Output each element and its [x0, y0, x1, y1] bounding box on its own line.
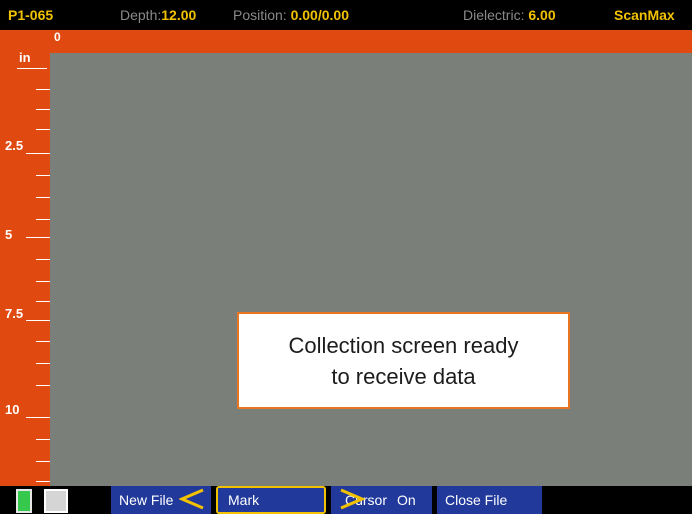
depth-tick — [36, 439, 50, 440]
brand-label: ScanMax — [614, 7, 675, 23]
depth-ruler: in 2.5 5 7.5 10 — [0, 30, 50, 486]
battery-icon — [16, 489, 32, 513]
right-arrow-icon — [340, 488, 365, 510]
scan-display-area[interactable] — [50, 53, 692, 486]
depth-tick — [36, 363, 50, 364]
cursor-toggle-button[interactable]: Cursor On — [331, 486, 432, 514]
depth-tick — [36, 109, 50, 110]
close-file-button[interactable]: Close File — [437, 486, 542, 514]
depth-tick-major — [26, 417, 50, 418]
depth-tick — [36, 259, 50, 260]
depth-unit-label: in — [19, 50, 31, 65]
mark-button[interactable]: Mark — [216, 486, 326, 514]
unit-underline — [17, 68, 47, 69]
depth-label-10: 10 — [5, 402, 20, 417]
annotation-callout: Collection screen ready to receive data — [237, 312, 570, 409]
depth-tick — [36, 129, 50, 130]
depth-label-7-5: 7.5 — [5, 306, 24, 321]
callout-line-2: to receive data — [331, 364, 476, 389]
depth-tick — [36, 481, 50, 482]
new-file-label: New File — [119, 492, 174, 508]
depth-tick — [36, 175, 50, 176]
depth-tick-major — [26, 153, 50, 154]
depth-tick-major — [26, 237, 50, 238]
position-label: Position: — [233, 7, 287, 23]
callout-line-1: Collection screen ready — [288, 333, 519, 358]
horizontal-ruler: 0 — [0, 30, 692, 53]
cursor-state: On — [397, 492, 416, 508]
depth-tick — [36, 385, 50, 386]
position-value: 0.00/0.00 — [290, 7, 349, 23]
horizontal-ruler-zero: 0 — [54, 30, 61, 44]
depth-label-5: 5 — [5, 227, 13, 242]
depth-value: 12.00 — [161, 7, 197, 23]
depth-tick-major — [26, 320, 50, 321]
depth-tick — [36, 197, 50, 198]
depth-tick — [36, 461, 50, 462]
battery-empty-icon — [44, 489, 68, 513]
depth-tick — [36, 219, 50, 220]
depth-tick — [36, 341, 50, 342]
file-id: P1-065 — [8, 7, 54, 23]
depth-label: Depth: — [120, 7, 162, 23]
left-arrow-icon — [179, 488, 204, 510]
status-bar: P1-065 Depth:12.00 Position: 0.00/0.00 D… — [0, 0, 692, 30]
position-readout: Position: 0.00/0.00 — [233, 0, 349, 30]
dielectric-value: 6.00 — [528, 7, 556, 23]
depth-readout: Depth:12.00 — [120, 0, 196, 30]
dielectric-readout: Dielectric: 6.00 — [463, 0, 556, 30]
dielectric-label: Dielectric: — [463, 7, 525, 23]
new-file-button[interactable]: New File — [111, 486, 211, 514]
softkey-bar: New File Mark Cursor On Close File — [0, 486, 692, 514]
depth-tick — [36, 89, 50, 90]
depth-tick — [36, 301, 50, 302]
depth-label-2-5: 2.5 — [5, 138, 24, 153]
mark-label: Mark — [228, 492, 260, 508]
close-file-label: Close File — [445, 492, 508, 508]
depth-tick — [36, 281, 50, 282]
